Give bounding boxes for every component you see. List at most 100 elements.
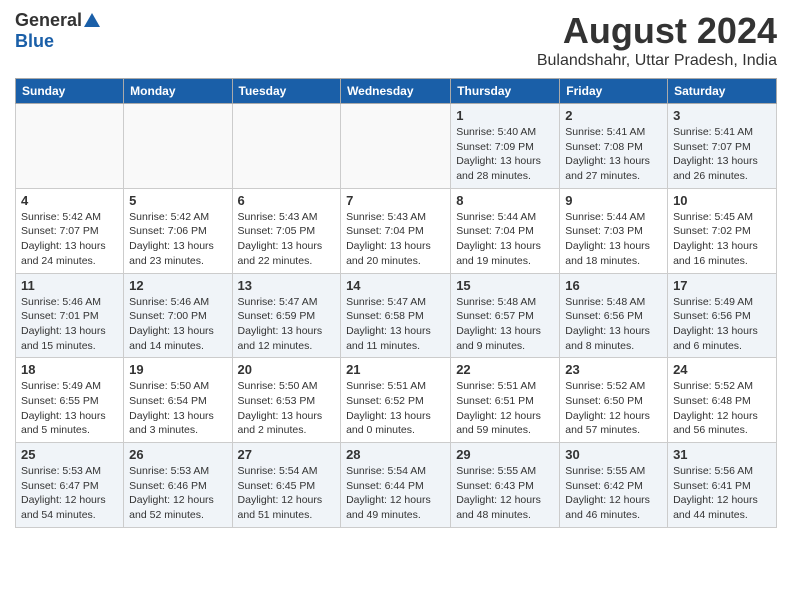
table-row: 6 Sunrise: 5:43 AMSunset: 7:05 PMDaylight… (232, 188, 341, 273)
day-number: 3 (673, 108, 771, 123)
table-row: 23Sunrise: 5:52 AMSunset: 6:50 PMDayligh… (560, 358, 668, 443)
logo-blue-text: Blue (15, 31, 54, 52)
logo-general-text: General (15, 10, 82, 31)
day-number: 9 (565, 193, 662, 208)
table-row: 10Sunrise: 5:45 AMSunset: 7:02 PMDayligh… (668, 188, 777, 273)
day-info: Sunrise: 5:50 AMSunset: 6:53 PMDaylight:… (238, 379, 336, 438)
day-info: Sunrise: 5:46 AMSunset: 7:00 PMDaylight:… (129, 295, 226, 354)
day-info: Sunrise: 5:56 AMSunset: 6:41 PMDaylight:… (673, 464, 771, 523)
day-number: 8 (456, 193, 554, 208)
day-info: Sunrise: 5:49 AMSunset: 6:56 PMDaylight:… (673, 295, 771, 354)
day-info: Sunrise: 5:41 AMSunset: 7:07 PMDaylight:… (673, 125, 771, 184)
day-number: 12 (129, 278, 226, 293)
day-info: Sunrise: 5:51 AMSunset: 6:52 PMDaylight:… (346, 379, 445, 438)
day-info: Sunrise: 5:46 AMSunset: 7:01 PMDaylight:… (21, 295, 118, 354)
day-info: Sunrise: 5:48 AMSunset: 6:56 PMDaylight:… (565, 295, 662, 354)
table-row: 27 Sunrise: 5:54 AMSunset: 6:45 PMDayligh… (232, 443, 341, 528)
calendar-table: Sunday Monday Tuesday Wednesday Thursday… (15, 78, 777, 528)
day-info: Sunrise: 5:50 AMSunset: 6:54 PMDaylight:… (129, 379, 226, 438)
day-number: 20 (238, 362, 336, 377)
table-row: 15 Sunrise: 5:48 AMSunset: 6:57 PMDayligh… (451, 273, 560, 358)
day-number: 27 (238, 447, 336, 462)
week-row-3: 11 Sunrise: 5:46 AMSunset: 7:01 PMDayligh… (16, 273, 777, 358)
col-wednesday: Wednesday (341, 79, 451, 104)
day-number: 17 (673, 278, 771, 293)
day-number: 25 (21, 447, 118, 462)
table-row: 18Sunrise: 5:49 AMSunset: 6:55 PMDayligh… (16, 358, 124, 443)
table-row (341, 104, 451, 189)
table-row: 28 Sunrise: 5:54 AMSunset: 6:44 PMDayligh… (341, 443, 451, 528)
table-row: 7Sunrise: 5:43 AMSunset: 7:04 PMDaylight… (341, 188, 451, 273)
day-number: 30 (565, 447, 662, 462)
table-row: 16 Sunrise: 5:48 AMSunset: 6:56 PMDayligh… (560, 273, 668, 358)
col-thursday: Thursday (451, 79, 560, 104)
table-row: 21 Sunrise: 5:51 AMSunset: 6:52 PMDayligh… (341, 358, 451, 443)
day-number: 4 (21, 193, 118, 208)
header-row: Sunday Monday Tuesday Wednesday Thursday… (16, 79, 777, 104)
day-info: Sunrise: 5:47 AMSunset: 6:58 PMDaylight:… (346, 295, 445, 354)
table-row: 5Sunrise: 5:42 AMSunset: 7:06 PMDaylight… (124, 188, 232, 273)
header: General Blue August 2024 Bulandshahr, Ut… (15, 10, 777, 70)
week-row-5: 25 Sunrise: 5:53 AMSunset: 6:47 PMDayligh… (16, 443, 777, 528)
day-info: Sunrise: 5:55 AMSunset: 6:43 PMDaylight:… (456, 464, 554, 523)
table-row: 22Sunrise: 5:51 AMSunset: 6:51 PMDayligh… (451, 358, 560, 443)
day-number: 15 (456, 278, 554, 293)
day-info: Sunrise: 5:52 AMSunset: 6:50 PMDaylight:… (565, 379, 662, 438)
day-number: 19 (129, 362, 226, 377)
week-row-2: 4 Sunrise: 5:42 AMSunset: 7:07 PMDaylight… (16, 188, 777, 273)
table-row: 20 Sunrise: 5:50 AMSunset: 6:53 PMDayligh… (232, 358, 341, 443)
day-info: Sunrise: 5:43 AMSunset: 7:05 PMDaylight:… (238, 210, 336, 269)
day-number: 5 (129, 193, 226, 208)
day-number: 1 (456, 108, 554, 123)
week-row-1: 1 Sunrise: 5:40 AMSunset: 7:09 PMDaylight… (16, 104, 777, 189)
table-row: 24Sunrise: 5:52 AMSunset: 6:48 PMDayligh… (668, 358, 777, 443)
table-row: 26Sunrise: 5:53 AMSunset: 6:46 PMDayligh… (124, 443, 232, 528)
day-number: 21 (346, 362, 445, 377)
day-info: Sunrise: 5:43 AMSunset: 7:04 PMDaylight:… (346, 210, 445, 269)
location-title: Bulandshahr, Uttar Pradesh, India (537, 52, 777, 70)
table-row: 8 Sunrise: 5:44 AMSunset: 7:04 PMDaylight… (451, 188, 560, 273)
table-row (124, 104, 232, 189)
day-info: Sunrise: 5:49 AMSunset: 6:55 PMDaylight:… (21, 379, 118, 438)
day-number: 11 (21, 278, 118, 293)
table-row: 1 Sunrise: 5:40 AMSunset: 7:09 PMDaylight… (451, 104, 560, 189)
table-row: 14 Sunrise: 5:47 AMSunset: 6:58 PMDayligh… (341, 273, 451, 358)
col-sunday: Sunday (16, 79, 124, 104)
day-info: Sunrise: 5:40 AMSunset: 7:09 PMDaylight:… (456, 125, 554, 184)
week-row-4: 18Sunrise: 5:49 AMSunset: 6:55 PMDayligh… (16, 358, 777, 443)
day-number: 2 (565, 108, 662, 123)
title-area: August 2024 Bulandshahr, Uttar Pradesh, … (537, 10, 777, 70)
day-number: 6 (238, 193, 336, 208)
day-info: Sunrise: 5:54 AMSunset: 6:44 PMDaylight:… (346, 464, 445, 523)
day-number: 13 (238, 278, 336, 293)
day-info: Sunrise: 5:52 AMSunset: 6:48 PMDaylight:… (673, 379, 771, 438)
table-row (232, 104, 341, 189)
day-info: Sunrise: 5:44 AMSunset: 7:04 PMDaylight:… (456, 210, 554, 269)
table-row: 3 Sunrise: 5:41 AMSunset: 7:07 PMDaylight… (668, 104, 777, 189)
table-row: 13Sunrise: 5:47 AMSunset: 6:59 PMDayligh… (232, 273, 341, 358)
day-number: 31 (673, 447, 771, 462)
day-number: 28 (346, 447, 445, 462)
logo: General Blue (15, 10, 100, 52)
table-row: 31 Sunrise: 5:56 AMSunset: 6:41 PMDayligh… (668, 443, 777, 528)
day-number: 10 (673, 193, 771, 208)
col-monday: Monday (124, 79, 232, 104)
day-info: Sunrise: 5:41 AMSunset: 7:08 PMDaylight:… (565, 125, 662, 184)
table-row: 25 Sunrise: 5:53 AMSunset: 6:47 PMDayligh… (16, 443, 124, 528)
col-saturday: Saturday (668, 79, 777, 104)
day-info: Sunrise: 5:44 AMSunset: 7:03 PMDaylight:… (565, 210, 662, 269)
day-number: 16 (565, 278, 662, 293)
logo-triangle-icon (84, 13, 100, 27)
table-row: 9 Sunrise: 5:44 AMSunset: 7:03 PMDaylight… (560, 188, 668, 273)
day-info: Sunrise: 5:53 AMSunset: 6:47 PMDaylight:… (21, 464, 118, 523)
day-info: Sunrise: 5:48 AMSunset: 6:57 PMDaylight:… (456, 295, 554, 354)
col-tuesday: Tuesday (232, 79, 341, 104)
day-info: Sunrise: 5:55 AMSunset: 6:42 PMDaylight:… (565, 464, 662, 523)
table-row: 19 Sunrise: 5:50 AMSunset: 6:54 PMDayligh… (124, 358, 232, 443)
col-friday: Friday (560, 79, 668, 104)
day-number: 14 (346, 278, 445, 293)
table-row: 17 Sunrise: 5:49 AMSunset: 6:56 PMDayligh… (668, 273, 777, 358)
table-row: 2 Sunrise: 5:41 AMSunset: 7:08 PMDaylight… (560, 104, 668, 189)
day-info: Sunrise: 5:54 AMSunset: 6:45 PMDaylight:… (238, 464, 336, 523)
day-info: Sunrise: 5:42 AMSunset: 7:07 PMDaylight:… (21, 210, 118, 269)
